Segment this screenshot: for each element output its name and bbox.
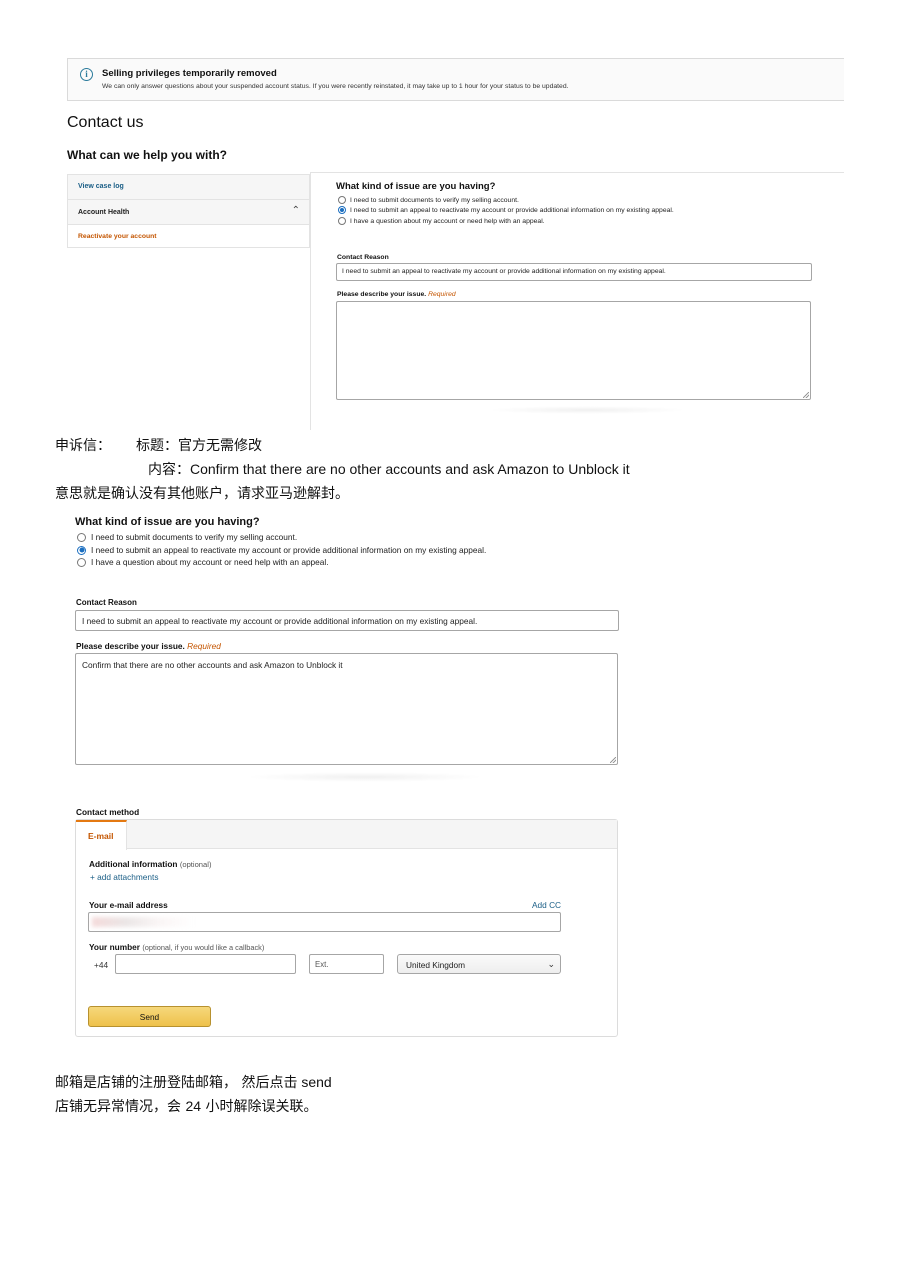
divider xyxy=(310,172,311,430)
note-content-prefix: 内容： xyxy=(148,462,190,478)
radio-button[interactable] xyxy=(338,217,346,225)
issue-option-question[interactable]: I have a question about my account or ne… xyxy=(77,557,329,567)
issue-option-verify[interactable]: I need to submit documents to verify my … xyxy=(77,532,297,542)
note-content-line: 内容：Confirm that there are no other accou… xyxy=(148,459,630,479)
describe-issue-text: Please describe your issue. xyxy=(76,641,185,651)
issue-option-appeal[interactable]: I need to submit an appeal to reactivate… xyxy=(338,206,674,214)
note-result-line: 店铺无异常情况，会 24 小时解除误关联。 xyxy=(55,1096,317,1116)
describe-issue-label: Please describe your issue. Required xyxy=(76,641,221,651)
radio-button[interactable] xyxy=(338,196,346,204)
screenshot-contact-us: i Selling privileges temporarily removed… xyxy=(67,58,844,430)
issue-option-label: I need to submit an appeal to reactivate… xyxy=(350,206,674,214)
optional-marker: (optional) xyxy=(179,860,212,869)
decorative-shadow xyxy=(245,772,485,782)
radio-button-selected[interactable] xyxy=(77,545,86,555)
contact-method-label: Contact method xyxy=(76,807,140,817)
issue-option-verify[interactable]: I need to submit documents to verify my … xyxy=(338,196,519,204)
tab-email-label: E-mail xyxy=(88,831,114,841)
extension-field[interactable]: Ext. xyxy=(309,954,384,974)
describe-issue-textarea[interactable]: Confirm that there are no other accounts… xyxy=(75,653,618,765)
phone-number-label: Your number (optional, if you would like… xyxy=(89,942,264,952)
contact-reason-label: Contact Reason xyxy=(337,254,389,261)
view-case-log-link[interactable]: View case log xyxy=(68,175,309,200)
note-email-prefix: 邮箱是店铺的注册登陆邮箱， 然后点击 xyxy=(55,1075,298,1091)
chevron-down-icon: ⌄ xyxy=(547,959,555,969)
account-health-label: Account Health xyxy=(78,209,130,216)
divider xyxy=(310,172,844,173)
page-title: Contact us xyxy=(67,114,144,131)
page-subtitle: What can we help you with? xyxy=(67,148,228,162)
note-result-suffix: 小时解除误关联。 xyxy=(201,1099,318,1115)
country-select[interactable]: United Kingdom ⌄ xyxy=(397,954,561,974)
screenshot-filled-form: What kind of issue are you having? I nee… xyxy=(75,514,620,1039)
chevron-up-icon: ⌃ xyxy=(291,205,300,216)
issue-option-appeal[interactable]: I need to submit an appeal to reactivate… xyxy=(77,545,486,555)
redacted-email xyxy=(92,917,194,927)
add-attachments-link[interactable]: + add attachments xyxy=(90,872,159,882)
contact-method-panel: E-mail Additional information (optional)… xyxy=(75,819,618,1037)
resize-grip-icon[interactable] xyxy=(803,392,809,398)
note-content-text: Confirm that there are no other accounts… xyxy=(190,461,630,477)
issue-option-label: I need to submit documents to verify my … xyxy=(350,196,519,204)
contact-reason-field[interactable]: I need to submit an appeal to reactivate… xyxy=(75,610,619,631)
radio-button[interactable] xyxy=(77,532,86,542)
phone-number-field[interactable] xyxy=(115,954,296,974)
phone-optional-marker: (optional, if you would like a callback) xyxy=(142,943,265,952)
phone-number-text: Your number xyxy=(89,942,141,952)
note-result-hours: 24 xyxy=(185,1098,202,1114)
view-case-log-label: View case log xyxy=(78,183,124,190)
sidebar: View case log Account Health ⌃ Reactivat… xyxy=(67,174,310,248)
note-appeal-label: 申诉信： xyxy=(55,438,111,454)
note-email-line: 邮箱是店铺的注册登陆邮箱， 然后点击 send xyxy=(55,1072,332,1092)
contact-reason-label: Contact Reason xyxy=(76,598,137,607)
resize-grip-icon[interactable] xyxy=(610,757,616,763)
send-button[interactable]: Send xyxy=(88,1006,211,1027)
contact-reason-field[interactable]: I need to submit an appeal to reactivate… xyxy=(336,263,812,281)
sidebar-item-reactivate[interactable]: Reactivate your account xyxy=(78,233,157,240)
alert-message: We can only answer questions about your … xyxy=(102,83,569,90)
issue-option-question[interactable]: I have a question about my account or ne… xyxy=(338,217,545,225)
issue-question: What kind of issue are you having? xyxy=(336,181,496,192)
note-email-send: send xyxy=(297,1074,332,1090)
issue-question: What kind of issue are you having? xyxy=(75,516,260,528)
country-code: +44 xyxy=(94,960,109,970)
email-label: Your e-mail address xyxy=(89,900,168,910)
required-marker: Required xyxy=(428,291,456,298)
note-result-prefix: 店铺无异常情况，会 xyxy=(55,1099,186,1115)
add-cc-link[interactable]: Add CC xyxy=(532,900,561,910)
extension-placeholder: Ext. xyxy=(315,960,329,969)
note-meaning-line: 意思就是确认没有其他账户，请求亚马逊解封。 xyxy=(55,486,349,502)
decorative-shadow xyxy=(487,406,687,414)
tab-email[interactable]: E-mail xyxy=(76,820,127,850)
issue-option-label: I have a question about my account or ne… xyxy=(91,557,329,567)
describe-issue-label: Please describe your issue. Required xyxy=(337,291,456,298)
radio-button-selected[interactable] xyxy=(338,206,346,214)
alert-title: Selling privileges temporarily removed xyxy=(102,68,277,79)
sidebar-item-account-health[interactable]: Account Health ⌃ xyxy=(68,200,309,225)
note-title-line: 标题：官方无需修改 xyxy=(136,438,262,454)
radio-button[interactable] xyxy=(77,557,86,567)
additional-info-label: Additional information (optional) xyxy=(89,859,211,869)
describe-issue-value: Confirm that there are no other accounts… xyxy=(82,660,343,670)
email-field[interactable] xyxy=(88,912,561,932)
suspension-alert: i Selling privileges temporarily removed… xyxy=(67,58,844,101)
issue-option-label: I need to submit documents to verify my … xyxy=(91,532,298,542)
describe-issue-textarea[interactable] xyxy=(336,301,811,400)
country-value: United Kingdom xyxy=(406,960,466,970)
info-icon: i xyxy=(80,68,93,81)
describe-issue-text: Please describe your issue. xyxy=(337,291,427,298)
send-button-label: Send xyxy=(139,1012,160,1022)
contact-method-tabs xyxy=(76,820,617,849)
additional-info-text: Additional information xyxy=(89,859,178,869)
issue-option-label: I need to submit an appeal to reactivate… xyxy=(91,545,487,555)
issue-option-label: I have a question about my account or ne… xyxy=(350,217,545,225)
required-marker: Required xyxy=(187,641,221,651)
